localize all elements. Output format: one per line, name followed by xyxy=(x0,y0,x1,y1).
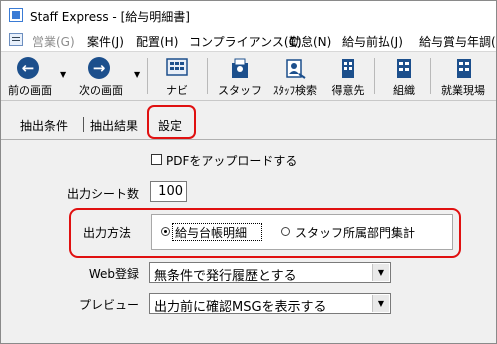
menu-bar: 営業(G) 案件(J) 配置(H) コンプライアンス(C) 勤怠(N) 給与前払… xyxy=(1,29,496,52)
organization-icon xyxy=(397,59,411,78)
chevron-down-icon[interactable]: ▼ xyxy=(372,264,389,281)
navi-icon xyxy=(166,58,188,76)
staff-search-button[interactable]: ｽﾀｯﾌ検索 xyxy=(267,52,323,100)
preview-select[interactable]: 出力前に確認MSGを表示する ▼ xyxy=(149,293,391,315)
arrow-right-icon: → xyxy=(88,57,110,79)
web-registration-value: 無条件で発行履歴とする xyxy=(154,269,297,284)
navi-button[interactable]: ナビ xyxy=(153,52,201,100)
menu-advance-pay[interactable]: 給与前払(J) xyxy=(342,33,403,50)
arrow-left-icon: ← xyxy=(17,57,39,79)
window-title: Staff Express - [給与明細書] xyxy=(30,10,190,24)
staff-search-icon xyxy=(286,59,306,79)
preview-value: 出力前に確認MSGを表示する xyxy=(154,300,327,315)
staff-button[interactable]: スタッフ xyxy=(215,52,265,100)
toolbar-separator xyxy=(430,58,431,94)
forward-button[interactable]: → 次の画面 xyxy=(71,52,131,100)
menu-sales[interactable]: 営業(G) xyxy=(32,33,75,50)
web-registration-select[interactable]: 無条件で発行履歴とする ▼ xyxy=(149,262,391,284)
menu-attendance[interactable]: 勤怠(N) xyxy=(289,33,331,50)
document-menu-icon[interactable] xyxy=(9,33,23,46)
menu-payroll[interactable]: 給与賞与年調(K) xyxy=(419,33,496,50)
output-method-radio-group: 給与台帳明細 スタッフ所属部門集計 xyxy=(151,214,453,250)
menu-placement[interactable]: 配置(H) xyxy=(136,33,178,50)
menu-projects[interactable]: 案件(J) xyxy=(87,33,124,50)
output-method-label: 出力方法 xyxy=(83,226,132,240)
settings-tab-highlight xyxy=(147,105,196,139)
workplace-icon xyxy=(457,59,471,78)
pdf-upload-label[interactable]: PDFをアップロードする xyxy=(166,152,297,169)
workplace-button[interactable]: 就業現場 xyxy=(433,52,493,100)
focus-rectangle xyxy=(172,223,262,241)
navi-label: ナビ xyxy=(166,84,188,97)
organization-button[interactable]: 組織 xyxy=(381,52,427,100)
forward-label: 次の画面 xyxy=(79,84,123,97)
back-button[interactable]: ← 前の画面 xyxy=(3,52,57,100)
forward-history-dropdown-icon[interactable]: ▼ xyxy=(134,70,140,79)
toolbar-separator xyxy=(147,58,148,94)
back-label: 前の画面 xyxy=(8,84,52,97)
web-registration-label: Web登録 xyxy=(88,267,139,281)
pdf-upload-checkbox[interactable] xyxy=(151,154,162,165)
sheet-count-label: 出力シート数 xyxy=(66,187,139,201)
tab-strip: 抽出条件 抽出結果 設定 xyxy=(1,101,496,140)
tab-extract-conditions[interactable]: 抽出条件 xyxy=(20,117,68,134)
toolbar: ← 前の画面 ▼ → 次の画面 ▼ ナビ スタッフ ｽﾀｯﾌ検索 得意先 組織 … xyxy=(1,52,496,101)
organization-label: 組織 xyxy=(393,84,415,97)
client-label: 得意先 xyxy=(331,84,365,97)
menu-compliance[interactable]: コンプライアンス(C) xyxy=(189,33,302,50)
preview-label: プレビュー xyxy=(78,298,139,312)
app-icon xyxy=(9,8,23,22)
radio-ledger-detail[interactable] xyxy=(161,227,170,236)
toolbar-separator xyxy=(207,58,208,94)
app-window: Staff Express - [給与明細書] 営業(G) 案件(J) 配置(H… xyxy=(0,0,497,344)
tab-divider xyxy=(83,117,84,132)
toolbar-separator xyxy=(374,58,375,94)
chevron-down-icon[interactable]: ▼ xyxy=(372,295,389,312)
radio-department-summary-label[interactable]: スタッフ所属部門集計 xyxy=(295,224,415,241)
radio-department-summary[interactable] xyxy=(281,227,290,236)
back-history-dropdown-icon[interactable]: ▼ xyxy=(60,70,66,79)
title-bar: Staff Express - [給与明細書] xyxy=(1,1,496,29)
sheet-count-input[interactable]: 100 xyxy=(150,181,187,202)
staff-icon xyxy=(232,58,248,78)
client-button[interactable]: 得意先 xyxy=(325,52,371,100)
staff-label: スタッフ xyxy=(218,84,262,97)
workplace-label: 就業現場 xyxy=(441,84,485,97)
building-icon xyxy=(342,59,354,78)
tab-extract-results[interactable]: 抽出結果 xyxy=(90,117,138,134)
staff-search-label: ｽﾀｯﾌ検索 xyxy=(273,84,317,97)
